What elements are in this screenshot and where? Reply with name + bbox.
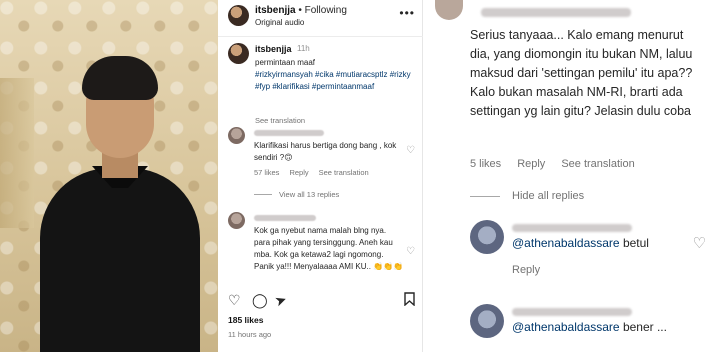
avatar[interactable] [470, 220, 504, 254]
separator-dot: • [295, 5, 305, 16]
blurred-username [254, 215, 316, 221]
speaker-figure [40, 20, 200, 352]
blurred-username [512, 224, 632, 232]
following-button[interactable]: Following [305, 5, 347, 16]
post-author[interactable]: itsbenjja • Following [255, 5, 347, 16]
caption-hashtags[interactable]: #rizkyirmansyah #cika #mutiaracsptlz #ri… [255, 69, 417, 93]
blurred-username [254, 130, 324, 136]
reply-text: @athenabaldassare bener ... [512, 320, 667, 334]
reply-body: bener ... [622, 320, 667, 334]
reply-body: betul [622, 236, 649, 250]
avatar[interactable] [470, 304, 504, 338]
reply-button[interactable]: Reply [289, 168, 308, 177]
comment-meta: 57 likes Reply See translation [254, 168, 379, 177]
heart-icon[interactable]: ♡ [693, 234, 706, 252]
avatar[interactable] [228, 127, 245, 144]
blurred-username [481, 8, 631, 17]
reply-button[interactable]: Reply [517, 158, 545, 170]
post-panel: itsbenjja • Following Original audio •••… [218, 0, 423, 352]
post-action-bar: ♡ ◯ ➤ [218, 290, 423, 312]
comment-likes[interactable]: 5 likes [470, 158, 501, 170]
comment-text: Klarifikasi harus bertiga dong bang , ko… [254, 141, 397, 162]
send-icon[interactable]: ➤ [272, 291, 289, 311]
zoomed-comment-thread: Serius tanyaaa... Kalo emang menurut dia… [423, 0, 720, 352]
avatar[interactable] [228, 212, 245, 229]
blurred-username [512, 308, 632, 316]
view-replies-button[interactable]: View all 13 replies [254, 190, 339, 199]
reply-item: @athenabaldassare betul Reply ♡ [470, 220, 720, 280]
reel-video[interactable] [0, 0, 218, 352]
original-audio-link[interactable]: Original audio [255, 18, 304, 27]
author-username[interactable]: itsbenjja [255, 5, 296, 16]
heart-icon[interactable]: ♡ [228, 292, 241, 309]
comment-likes[interactable]: 57 likes [254, 168, 279, 177]
caption-username[interactable]: itsbenjja [255, 44, 292, 54]
more-horizontal-icon[interactable]: ••• [399, 6, 415, 20]
reply-text: @athenabaldassare betul [512, 236, 649, 250]
zoomed-comment-meta: 5 likes Reply See translation [470, 158, 651, 170]
reply-button[interactable]: Reply [512, 264, 540, 276]
heart-icon[interactable]: ♡ [406, 246, 415, 257]
caption-time: 11h [297, 44, 310, 53]
zoomed-comment-text: Serius tanyaaa... Kalo emang menurut dia… [470, 28, 693, 118]
comment-text: Kok ga nyebut nama malah blng nya. para … [254, 226, 404, 271]
window-blind [0, 78, 34, 228]
view-replies-label[interactable]: View all 13 replies [279, 190, 339, 199]
mention-link[interactable]: @athenabaldassare [512, 320, 620, 334]
avatar[interactable] [228, 5, 249, 26]
see-translation-link[interactable]: See translation [561, 158, 634, 170]
heart-icon[interactable]: ♡ [406, 145, 415, 156]
post-header: itsbenjja • Following Original audio ••• [218, 0, 423, 36]
avatar[interactable] [435, 0, 463, 20]
post-time: 11 hours ago [228, 330, 272, 339]
mention-link[interactable]: @athenabaldassare [512, 236, 620, 250]
post-likes-count[interactable]: 185 likes [228, 315, 263, 325]
hide-replies-button[interactable]: Hide all replies [470, 190, 584, 202]
caption-title: permintaan maaf [255, 58, 316, 67]
see-translation-link[interactable]: See translation [319, 168, 369, 177]
hide-replies-label[interactable]: Hide all replies [512, 190, 584, 202]
caption-text: permintaan maaf #rizkyirmansyah #cika #m… [255, 57, 417, 93]
see-translation-link[interactable]: See translation [255, 116, 305, 125]
avatar[interactable] [228, 43, 249, 64]
comment-icon[interactable]: ◯ [252, 292, 268, 309]
bookmark-icon[interactable] [404, 292, 415, 309]
divider [218, 36, 423, 37]
reply-item: @athenabaldassare bener ... [470, 304, 720, 352]
